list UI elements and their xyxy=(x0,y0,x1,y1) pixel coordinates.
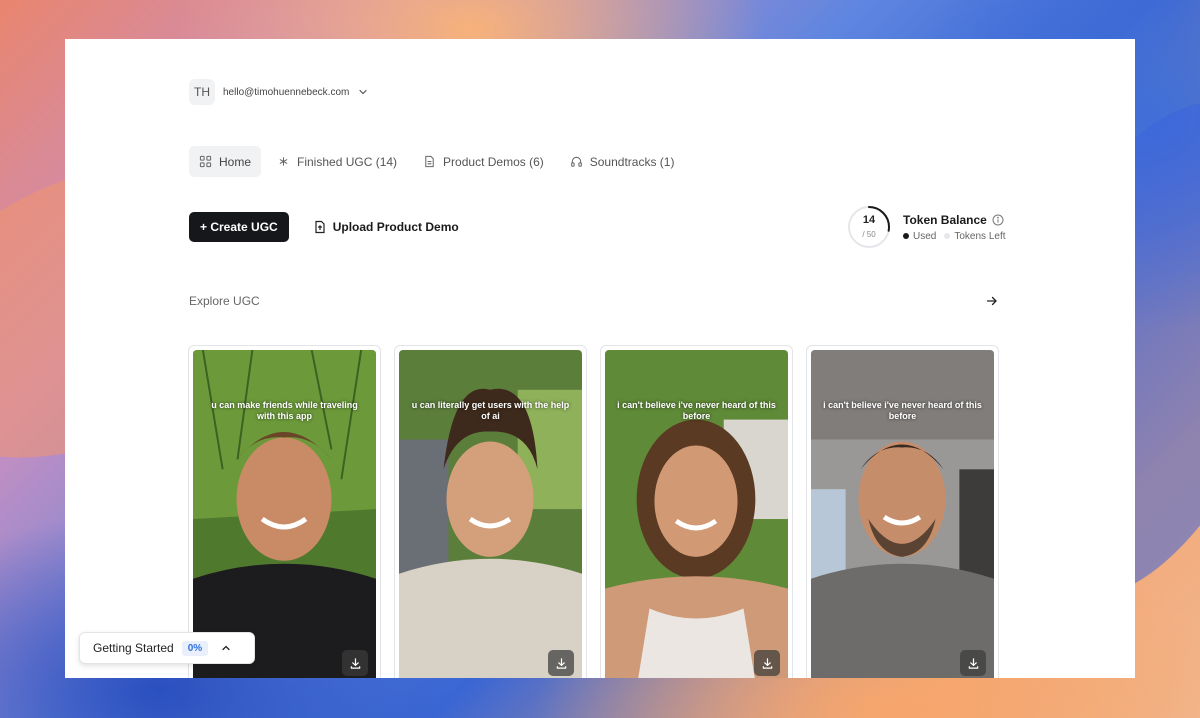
ugc-thumbnail[interactable]: i can't believe i've never heard of this… xyxy=(605,350,788,678)
document-icon xyxy=(425,155,434,168)
headphones-icon xyxy=(570,156,582,167)
token-ring-graphic xyxy=(848,206,890,248)
account-switcher[interactable]: TH hello@timohuennebeck.com xyxy=(189,79,369,105)
ugc-card[interactable]: u can literally get users with the help … xyxy=(394,345,587,678)
primary-actions: + Create UGC Upload Product Demo xyxy=(189,212,459,242)
token-info: Token Balance Used Tokens Left xyxy=(903,213,1006,242)
used-dot-icon xyxy=(903,232,909,239)
download-icon xyxy=(762,657,772,669)
download-button[interactable] xyxy=(342,650,368,676)
tab-label: Finished UGC (14) xyxy=(297,154,398,169)
download-button[interactable] xyxy=(960,650,986,676)
tokens-used-value: 14 xyxy=(862,214,876,226)
grid-icon xyxy=(199,155,212,168)
download-icon xyxy=(968,657,978,669)
avatar: TH xyxy=(189,79,215,105)
ugc-grid: u can make friends while traveling with … xyxy=(188,345,999,678)
video-caption: u can literally get users with the help … xyxy=(411,400,570,421)
section-title: Explore UGC xyxy=(189,294,260,308)
left-dot-icon xyxy=(944,232,951,239)
tab-soundtracks[interactable]: Soundtracks (1) xyxy=(560,146,685,177)
ugc-card[interactable]: i can't believe i've never heard of this… xyxy=(806,345,999,678)
getting-started-label: Getting Started xyxy=(93,641,174,655)
token-legend: Used Tokens Left xyxy=(903,231,1006,242)
account-email: hello@timohuennebeck.com xyxy=(223,86,350,98)
token-title-row: Token Balance xyxy=(903,213,1006,227)
arrow-right-icon[interactable] xyxy=(985,294,999,308)
video-caption: i can't believe i've never heard of this… xyxy=(823,400,982,421)
upload-label: Upload Product Demo xyxy=(332,220,459,234)
explore-ugc-header: Explore UGC xyxy=(189,294,999,308)
info-icon[interactable] xyxy=(992,214,1004,226)
video-caption: i can't believe i've never heard of this… xyxy=(617,400,776,421)
tab-finished-ugc[interactable]: Finished UGC (14) xyxy=(267,146,407,177)
ugc-thumbnail[interactable]: i can't believe i've never heard of this… xyxy=(811,350,994,678)
legend-left: Tokens Left xyxy=(944,230,1006,242)
create-ugc-button[interactable]: + Create UGC xyxy=(189,212,289,242)
token-balance-title: Token Balance xyxy=(903,212,987,227)
nav-tabs: Home Finished UGC (14) Product Demos (6)… xyxy=(189,146,684,177)
tab-label: Home xyxy=(219,154,252,169)
ugc-thumbnail[interactable]: u can make friends while traveling with … xyxy=(193,350,376,678)
file-upload-icon xyxy=(315,220,325,234)
tab-label: Product Demos (6) xyxy=(443,154,544,169)
ugc-card[interactable]: u can make friends while traveling with … xyxy=(188,345,381,678)
tab-label: Soundtracks (1) xyxy=(589,154,675,169)
getting-started-widget[interactable]: Getting Started 0% xyxy=(79,632,255,664)
legend-used-label: Used xyxy=(913,230,937,242)
token-usage-ring: 14 / 50 xyxy=(847,205,891,249)
asterisk-icon xyxy=(279,157,288,166)
chevron-up-icon[interactable] xyxy=(220,642,232,654)
download-button[interactable] xyxy=(548,650,574,676)
download-button[interactable] xyxy=(754,650,780,676)
legend-used: Used xyxy=(903,231,936,242)
token-balance: 14 / 50 Token Balance Used Tokens Left xyxy=(847,205,1006,249)
tab-home[interactable]: Home xyxy=(189,146,262,177)
tokens-total-value: / 50 xyxy=(862,230,876,239)
app-window: TH hello@timohuennebeck.com Home Finishe… xyxy=(65,39,1135,678)
ugc-thumbnail[interactable]: u can literally get users with the help … xyxy=(399,350,582,678)
video-caption: u can make friends while traveling with … xyxy=(211,400,358,421)
download-icon xyxy=(350,657,360,669)
tab-product-demos[interactable]: Product Demos (6) xyxy=(413,146,554,177)
upload-product-demo-button[interactable]: Upload Product Demo xyxy=(313,220,459,234)
legend-left-label: Tokens Left xyxy=(954,230,1006,242)
getting-started-progress: 0% xyxy=(181,640,209,656)
download-icon xyxy=(556,657,566,669)
chevron-down-icon xyxy=(359,89,367,95)
ugc-card[interactable]: i can't believe i've never heard of this… xyxy=(600,345,793,678)
